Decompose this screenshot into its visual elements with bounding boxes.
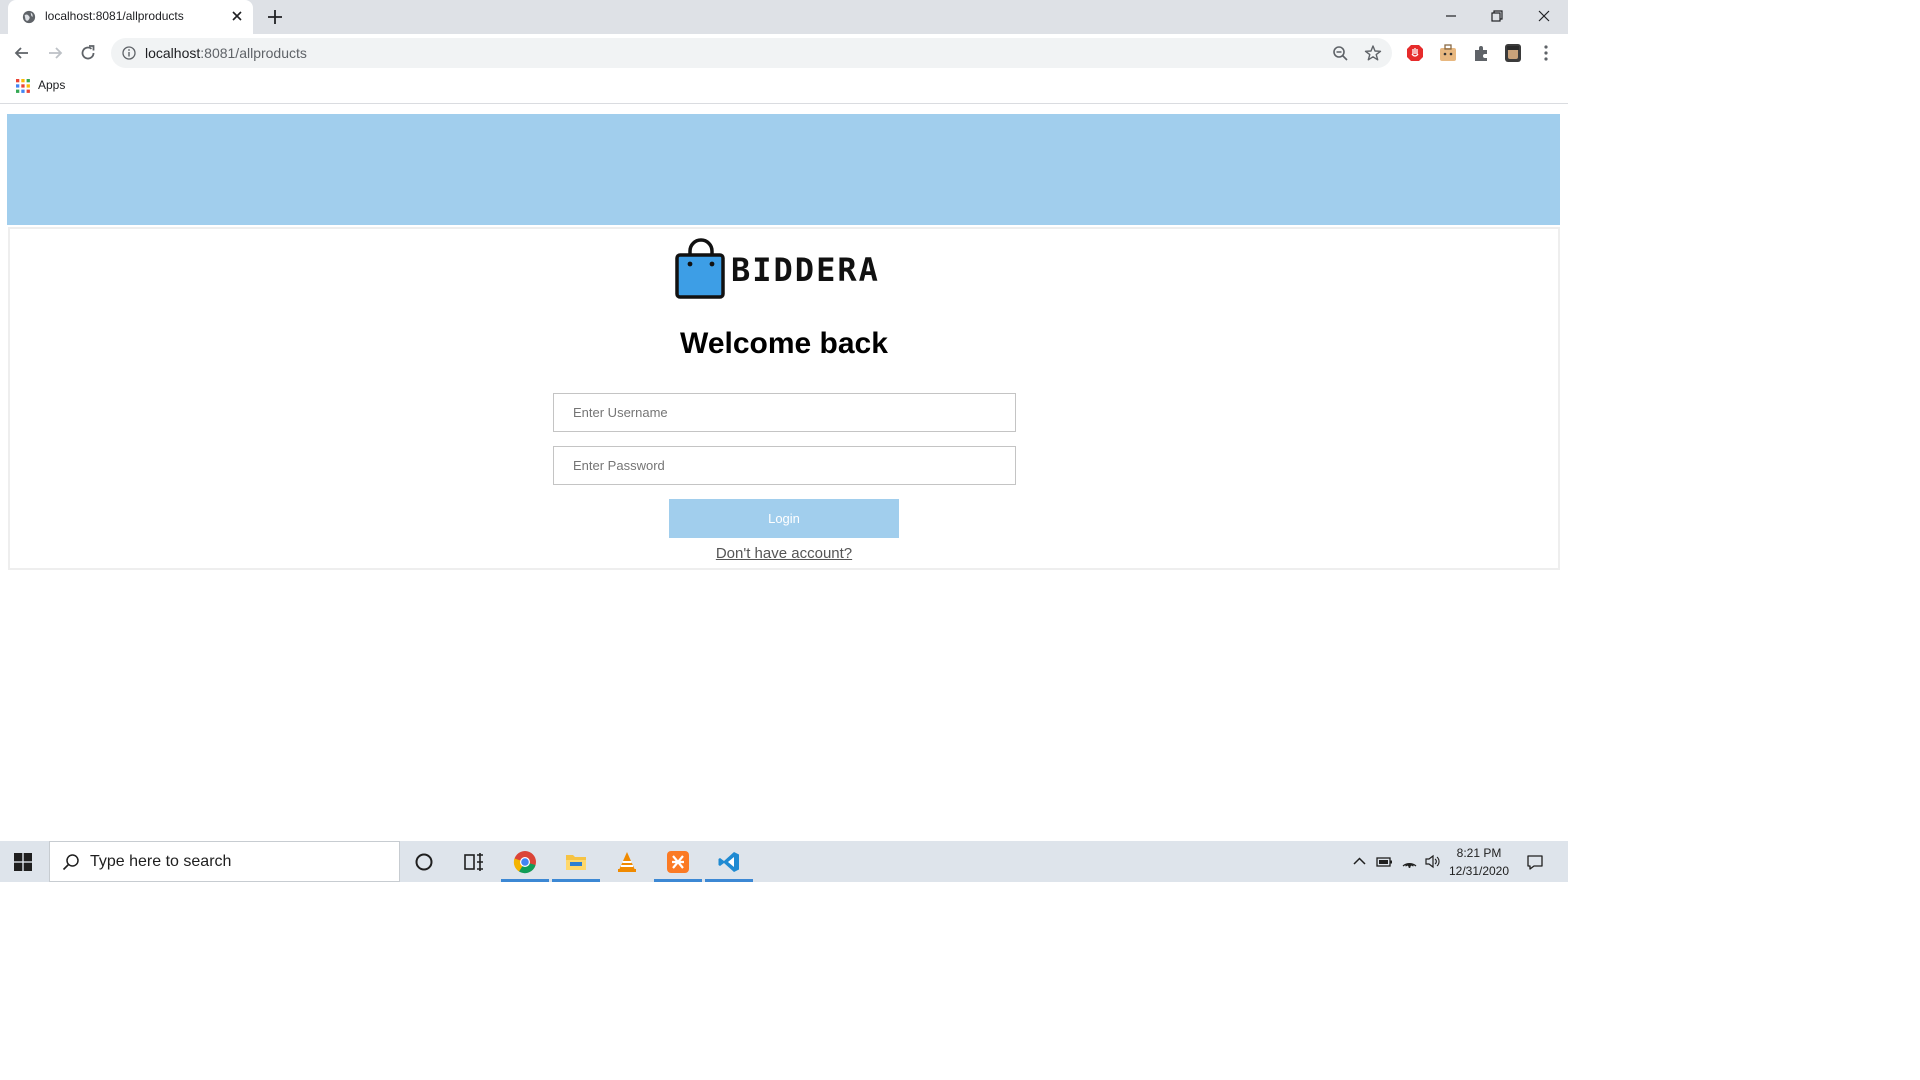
- restore-icon[interactable]: [1486, 5, 1508, 27]
- password-input[interactable]: [553, 446, 1016, 485]
- windows-start-icon[interactable]: [14, 853, 32, 871]
- xampp-icon: [667, 851, 689, 873]
- file-explorer-taskbar-app[interactable]: [552, 841, 600, 882]
- task-view-icon: [464, 853, 483, 871]
- menu-dots-icon[interactable]: [1536, 43, 1556, 63]
- wifi-icon[interactable]: [1401, 853, 1418, 870]
- brand-name: BIDDERA: [731, 251, 880, 289]
- new-tab-icon[interactable]: [266, 8, 284, 26]
- minimize-icon[interactable]: [1440, 5, 1462, 27]
- url-host: localhost: [145, 45, 201, 61]
- search-icon: [62, 854, 79, 871]
- chrome-taskbar-app[interactable]: [501, 841, 549, 882]
- browser-tab[interactable]: localhost:8081/allproducts: [8, 0, 253, 34]
- page-title: Welcome back: [680, 327, 888, 360]
- vlc-taskbar-app[interactable]: [603, 841, 651, 882]
- file-explorer-icon: [566, 855, 586, 870]
- extensions-puzzle-icon[interactable]: [1471, 43, 1491, 63]
- apps-bookmark[interactable]: Apps: [38, 78, 65, 92]
- battery-icon[interactable]: [1376, 853, 1393, 870]
- clock-date: 12/31/2020: [1448, 864, 1510, 878]
- taskbar-clock[interactable]: 8:21 PM 12/31/2020: [1443, 844, 1515, 880]
- taskbar-search[interactable]: Type here to search: [49, 841, 400, 882]
- header-banner: [7, 114, 1560, 225]
- bookmarks-bar: Apps: [0, 72, 1568, 104]
- task-view-button[interactable]: [450, 841, 498, 882]
- url-text: localhost:8081/allproducts: [145, 45, 307, 61]
- login-button[interactable]: Login: [669, 499, 899, 538]
- url-path: :8081/allproducts: [200, 45, 307, 61]
- page-content: BIDDERA Welcome back Login Don't have ac…: [0, 105, 1568, 841]
- login-card: BIDDERA Welcome back Login Don't have ac…: [8, 227, 1560, 570]
- briefcase-extension-icon[interactable]: [1438, 43, 1458, 63]
- tab-strip: localhost:8081/allproducts: [0, 0, 1568, 34]
- profile-avatar-icon[interactable]: [1503, 43, 1523, 63]
- browser-toolbar: localhost:8081/allproducts: [0, 34, 1568, 72]
- taskbar: Type here to search 8:21 PM 12/31/2020: [0, 841, 1568, 882]
- biddera-logo: BIDDERA: [675, 237, 901, 301]
- signup-link[interactable]: Don't have account?: [10, 545, 1558, 562]
- chrome-icon: [513, 851, 536, 874]
- apps-grid-icon[interactable]: [16, 79, 30, 93]
- chevron-up-icon[interactable]: [1351, 853, 1368, 870]
- bookmark-star-icon[interactable]: [1364, 44, 1382, 62]
- cortana-button[interactable]: [400, 841, 448, 882]
- search-placeholder: Type here to search: [90, 853, 232, 870]
- shopping-bag-icon: [675, 238, 725, 299]
- info-icon[interactable]: [122, 46, 136, 60]
- forward-icon[interactable]: [45, 43, 65, 63]
- adblock-extension-icon[interactable]: [1405, 43, 1425, 63]
- vscode-icon: [718, 852, 739, 872]
- back-icon[interactable]: [12, 43, 32, 63]
- username-input[interactable]: [553, 393, 1016, 432]
- address-bar[interactable]: localhost:8081/allproducts: [111, 38, 1392, 68]
- reload-icon[interactable]: [78, 43, 98, 63]
- vscode-taskbar-app[interactable]: [705, 841, 753, 882]
- close-window-icon[interactable]: [1533, 5, 1555, 27]
- close-tab-icon[interactable]: [229, 8, 245, 24]
- volume-icon[interactable]: [1424, 853, 1441, 870]
- xampp-taskbar-app[interactable]: [654, 841, 702, 882]
- cortana-icon: [415, 853, 433, 871]
- clock-time: 8:21 PM: [1456, 846, 1502, 860]
- zoom-icon[interactable]: [1332, 45, 1349, 62]
- vlc-icon: [618, 852, 636, 872]
- notifications-icon[interactable]: [1526, 853, 1544, 871]
- globe-icon: [22, 10, 36, 24]
- tab-title: localhost:8081/allproducts: [45, 9, 184, 23]
